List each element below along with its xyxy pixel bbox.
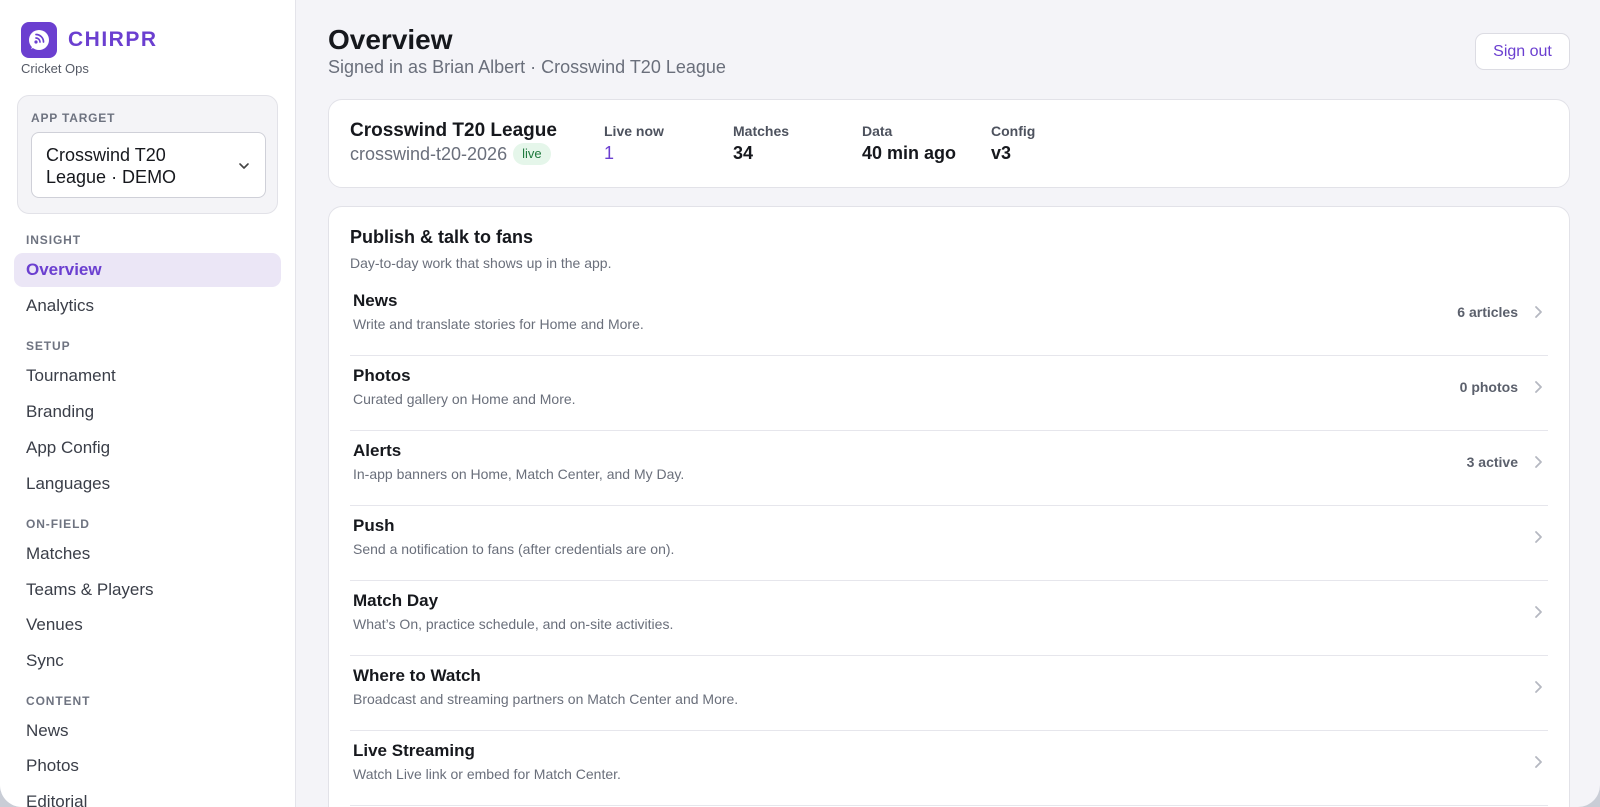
row-title: News (353, 291, 398, 310)
nav-section-setup: SETUP (26, 339, 71, 353)
sidebar-item-languages[interactable]: Languages (14, 467, 281, 501)
brand-name: CHIRPR (68, 28, 158, 51)
stat-value: 34 (733, 143, 754, 163)
app-target-select[interactable]: Crosswind T20 League · DEMO (31, 132, 266, 198)
app-target-value-line1: Crosswind T20 (46, 145, 166, 165)
row-title: Match Day (353, 591, 439, 610)
sidebar-item-analytics[interactable]: Analytics (14, 289, 281, 323)
chevron-right-icon (1535, 531, 1542, 543)
status-badge: live (513, 143, 551, 165)
app-target-value-line2: League · DEMO (46, 167, 177, 187)
brand-subtitle: Cricket Ops (21, 61, 89, 76)
sign-out-button[interactable]: Sign out (1475, 33, 1570, 70)
list-item-news[interactable]: News Write and translate stories for Hom… (350, 281, 1548, 356)
nav-section-insight: INSIGHT (26, 233, 81, 247)
list-item-live-streaming[interactable]: Live Streaming Watch Live link or embed … (350, 731, 1548, 806)
list-item-where-to-watch[interactable]: Where to Watch Broadcast and streaming p… (350, 656, 1548, 731)
nav-section-onfield: ON-FIELD (26, 517, 90, 531)
sidebar-item-branding[interactable]: Branding (14, 395, 281, 429)
stat-data: Data 40 min ago (862, 123, 956, 164)
row-description: What’s On, practice schedule, and on-sit… (353, 616, 674, 632)
row-count: 6 articles (1457, 304, 1518, 320)
panel-subtitle: Day-to-day work that shows up in the app… (350, 255, 612, 271)
stat-value: 1 (604, 143, 615, 163)
sidebar-item-sync[interactable]: Sync (14, 644, 281, 678)
stat-label: Matches (733, 123, 790, 139)
stat-value: v3 (991, 143, 1012, 163)
chevron-right-icon (1535, 381, 1542, 393)
app-target-card: APP TARGET Crosswind T20 League · DEMO (17, 95, 278, 214)
row-title: Where to Watch (353, 666, 481, 685)
league-slug: crosswind-t20-2026 (350, 144, 508, 164)
app-target-label: APP TARGET (31, 111, 116, 125)
stat-label: Data (862, 123, 893, 139)
publish-panel: Publish & talk to fans Day-to-day work t… (328, 206, 1570, 807)
row-count: 0 photos (1459, 379, 1518, 395)
sidebar: CHIRPR Cricket Ops APP TARGET Crosswind … (0, 0, 296, 807)
list-item-alerts[interactable]: Alerts In-app banners on Home, Match Cen… (350, 431, 1548, 506)
app-window: CHIRPR Cricket Ops APP TARGET Crosswind … (0, 0, 1600, 807)
sidebar-item-venues[interactable]: Venues (14, 608, 281, 642)
list-item-push[interactable]: Push Send a notification to fans (after … (350, 506, 1548, 581)
stat-matches: Matches 34 (733, 123, 789, 164)
stat-label: Live now (604, 123, 664, 139)
stat-config: Config v3 (991, 123, 1035, 164)
stat-value: 40 min ago (862, 143, 957, 163)
page-subtitle: Signed in as Brian Albert · Crosswind T2… (328, 57, 726, 77)
row-description: Curated gallery on Home and More. (353, 391, 576, 407)
list-item-photos[interactable]: Photos Curated gallery on Home and More.… (350, 356, 1548, 431)
brand[interactable]: CHIRPR (21, 22, 158, 58)
sidebar-item-photos[interactable]: Photos (14, 749, 281, 783)
league-slug-row: crosswind-t20-2026 live (350, 143, 551, 165)
league-summary-card: Crosswind T20 League crosswind-t20-2026 l… (328, 99, 1570, 188)
row-count: 3 active (1466, 454, 1518, 470)
row-description: Broadcast and streaming partners on Matc… (353, 691, 739, 707)
chevron-right-icon (1535, 606, 1542, 618)
row-description: In-app banners on Home, Match Center, an… (353, 466, 685, 482)
nav-section-content: CONTENT (26, 694, 91, 708)
sidebar-item-news[interactable]: News (14, 714, 281, 748)
sidebar-item-overview[interactable]: Overview (14, 253, 281, 287)
stat-live-now: Live now 1 (604, 123, 664, 164)
row-description: Watch Live link or embed for Match Cente… (353, 766, 621, 782)
list-item-match-day[interactable]: Match Day What’s On, practice schedule, … (350, 581, 1548, 656)
sidebar-item-matches[interactable]: Matches (14, 537, 281, 571)
league-name: Crosswind T20 League (350, 120, 557, 141)
sidebar-item-editorial[interactable]: Editorial (14, 785, 281, 807)
chevron-right-icon (1535, 306, 1542, 318)
sidebar-item-teams-players[interactable]: Teams & Players (14, 573, 281, 607)
sidebar-item-tournament[interactable]: Tournament (14, 359, 281, 393)
chevron-right-icon (1535, 756, 1542, 768)
sidebar-item-app-config[interactable]: App Config (14, 431, 281, 465)
row-title: Push (353, 516, 395, 535)
stat-label: Config (991, 123, 1036, 139)
page-title: Overview (328, 24, 453, 55)
chevron-down-icon (239, 163, 249, 169)
row-description: Write and translate stories for Home and… (353, 316, 644, 332)
row-description: Send a notification to fans (after crede… (353, 541, 675, 557)
panel-title: Publish & talk to fans (350, 227, 534, 247)
chevron-right-icon (1535, 456, 1542, 468)
row-title: Alerts (353, 441, 402, 460)
chat-bubble-wifi-icon (21, 22, 57, 58)
chevron-right-icon (1535, 681, 1542, 693)
row-title: Photos (353, 366, 411, 385)
row-title: Live Streaming (353, 741, 475, 760)
